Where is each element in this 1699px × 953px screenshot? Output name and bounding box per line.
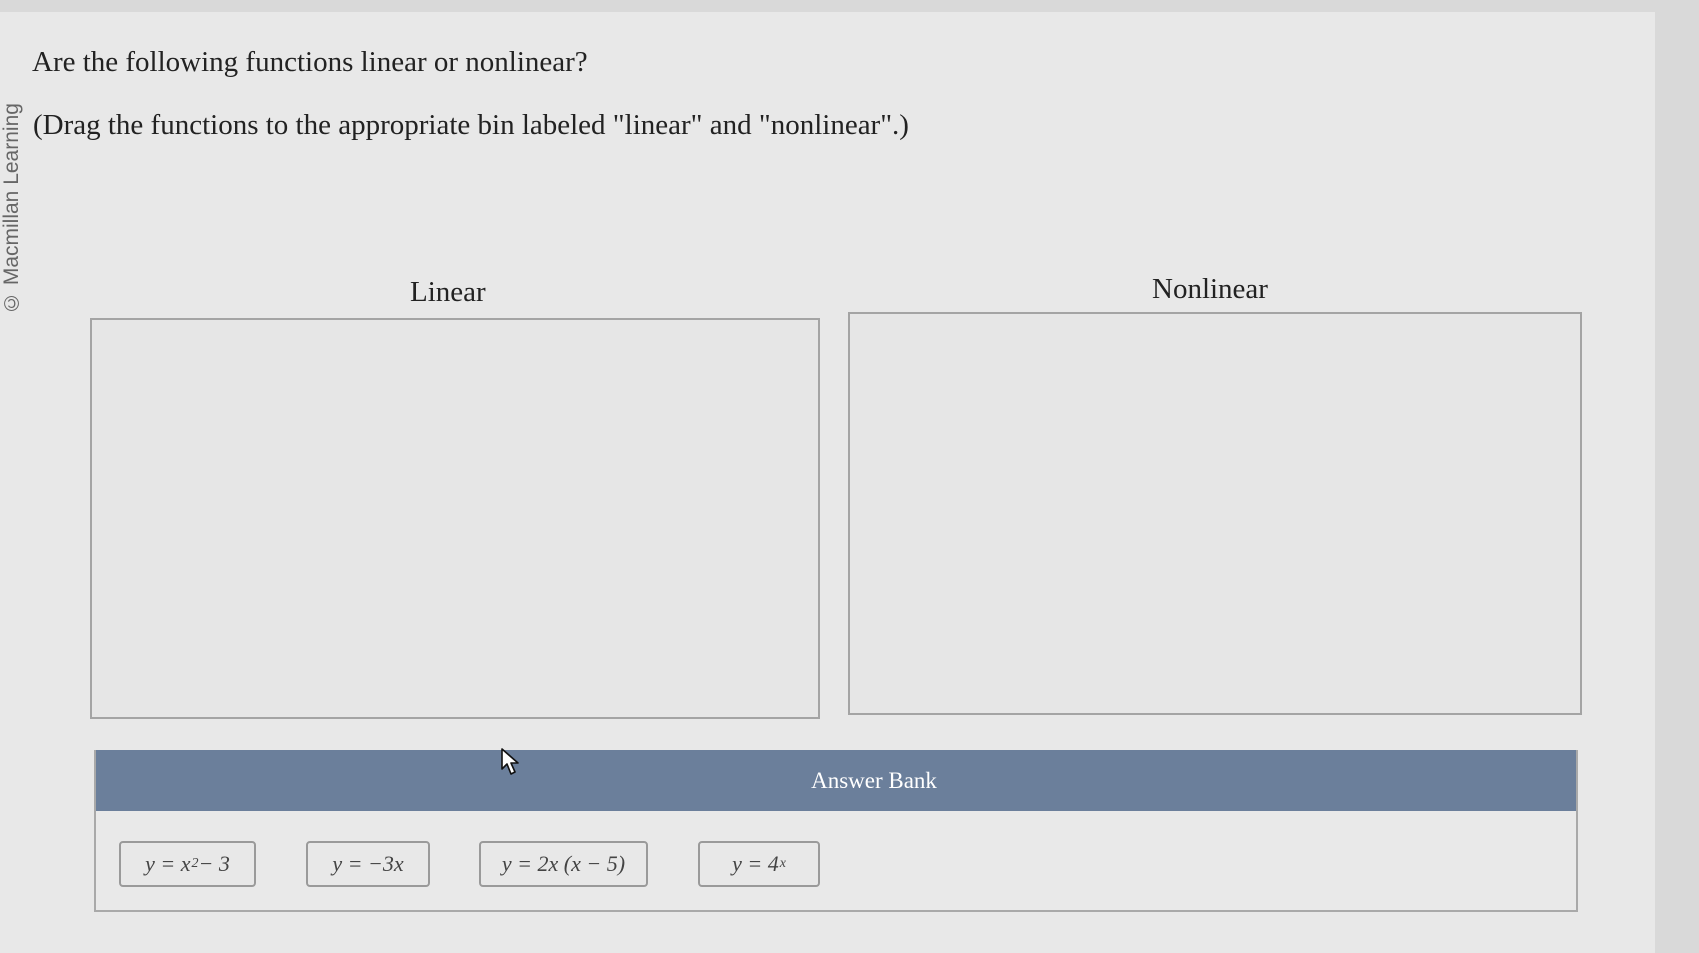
function-chip[interactable]: y = x2 − 3 <box>119 841 256 887</box>
function-chip-exponent: 2 <box>191 856 199 871</box>
question-page: © Macmillan Learning Are the following f… <box>0 12 1655 953</box>
function-chip-base: y = −3x <box>332 851 404 876</box>
function-chip[interactable]: y = −3x <box>306 841 430 887</box>
nonlinear-bin-label: Nonlinear <box>1152 273 1268 305</box>
function-chip-tail: − 3 <box>198 851 230 876</box>
question-text: Are the following functions linear or no… <box>32 46 588 78</box>
instruction-text: (Drag the functions to the appropriate b… <box>33 109 909 141</box>
answer-bank-items: y = x2 − 3 y = −3x y = 2x (x − 5) y = 4x <box>96 811 1576 910</box>
function-chip-base: y = x <box>145 851 191 876</box>
answer-bank-header: Answer Bank <box>96 750 1576 811</box>
arrow-pointer-icon <box>501 748 519 775</box>
copyright-watermark: © Macmillan Learning <box>0 103 23 314</box>
linear-drop-bin[interactable] <box>90 318 820 719</box>
linear-bin-label: Linear <box>410 276 486 308</box>
answer-bank: Answer Bank y = x2 − 3 y = −3x y = 2x (x… <box>94 750 1578 912</box>
nonlinear-drop-bin[interactable] <box>848 312 1582 715</box>
function-chip[interactable]: y = 4x <box>698 841 820 887</box>
function-chip-base: y = 4 <box>732 851 779 876</box>
function-chip[interactable]: y = 2x (x − 5) <box>479 841 648 887</box>
function-chip-base: y = 2x (x − 5) <box>501 851 626 876</box>
answer-bank-title: Answer Bank <box>811 767 937 793</box>
function-chip-exponent: x <box>779 856 786 871</box>
